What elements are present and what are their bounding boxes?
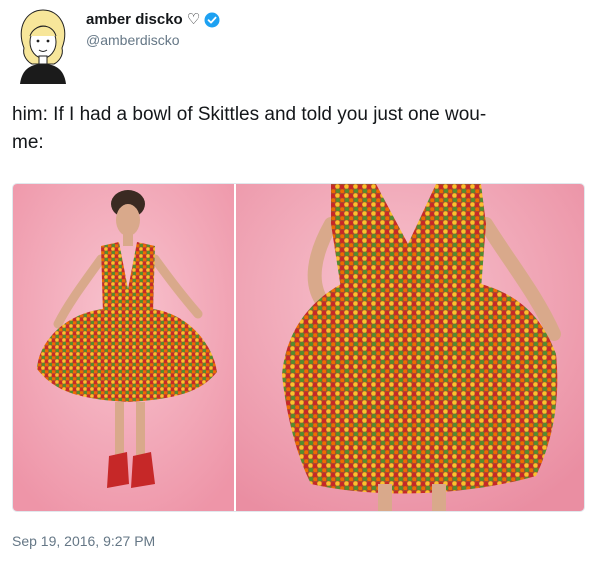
verified-badge-icon (204, 12, 220, 28)
tweet-text: him: If I had a bowl of Skittles and tol… (12, 104, 487, 153)
photo-skittles-dress-close[interactable] (236, 184, 584, 511)
media-grid (12, 183, 585, 512)
photo-skittles-dress-full[interactable] (13, 184, 234, 511)
heart-outline-icon: ♡ (186, 11, 201, 28)
user-handle[interactable]: @amberdiscko (86, 32, 180, 48)
display-name[interactable]: amber discko (86, 11, 183, 28)
avatar[interactable] (12, 8, 74, 84)
tweet-timestamp[interactable]: Sep 19, 2016, 9:27 PM (12, 533, 155, 549)
author-name-row: amber discko ♡ (86, 11, 220, 28)
